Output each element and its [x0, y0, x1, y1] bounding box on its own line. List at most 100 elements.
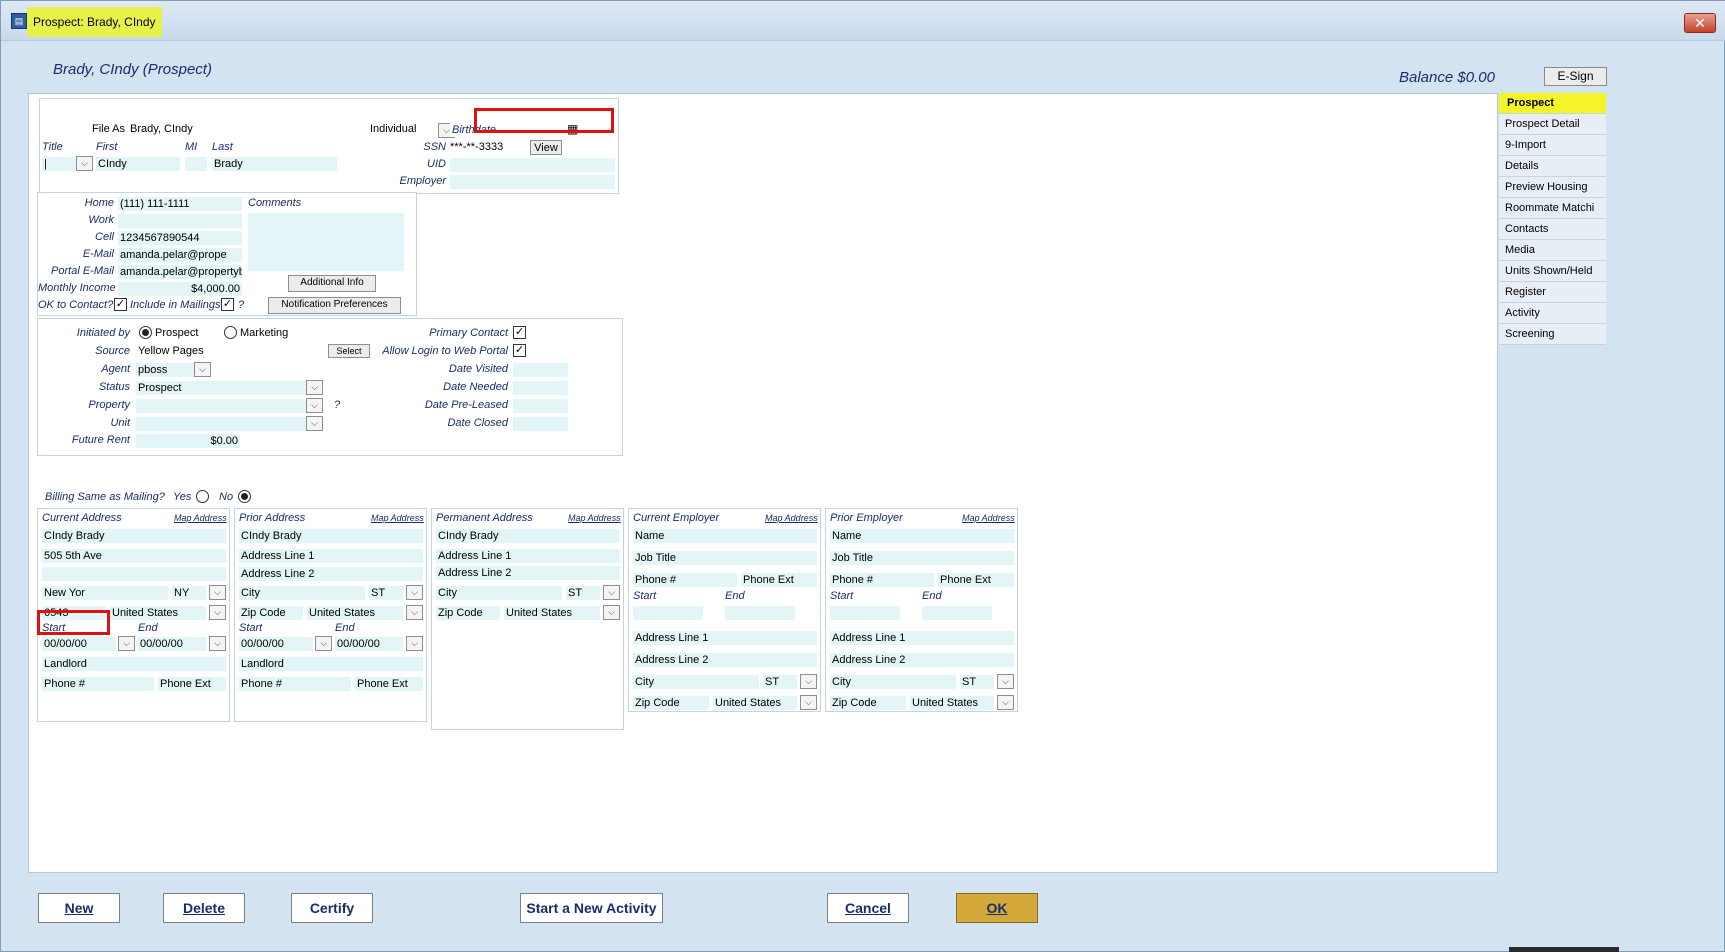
current-address-start-dropdown[interactable]: ⌵: [118, 636, 135, 651]
permanent-address-state-dropdown[interactable]: ⌵: [603, 585, 620, 600]
agent-dropdown[interactable]: ⌵: [194, 362, 211, 377]
current-employer-country-field[interactable]: United States: [713, 696, 797, 710]
current-employer-phone-ext-field[interactable]: Phone Ext: [741, 573, 817, 587]
current-employer-line2-field[interactable]: Address Line 2: [633, 653, 817, 667]
nav-item-preview-housing[interactable]: Preview Housing: [1499, 177, 1606, 198]
ok-to-contact-checkbox[interactable]: ✓: [114, 298, 127, 311]
last-name-field[interactable]: Brady: [212, 157, 337, 171]
nav-item-prospect-detail[interactable]: Prospect Detail: [1499, 114, 1606, 135]
current-address-end-dropdown[interactable]: ⌵: [209, 636, 226, 651]
prior-address-city-field[interactable]: City: [239, 586, 365, 600]
prior-employer-job-field[interactable]: Job Title: [830, 551, 1014, 565]
home-phone-field[interactable]: (111) 111-1111: [118, 197, 242, 211]
first-name-field[interactable]: CIndy: [96, 157, 180, 171]
date-visited-field[interactable]: [513, 363, 568, 377]
current-address-map-link[interactable]: Map Address: [174, 513, 227, 523]
nav-item-details[interactable]: Details: [1499, 156, 1606, 177]
current-address-line1-field[interactable]: 505 5th Ave: [42, 549, 226, 563]
prior-employer-map-link[interactable]: Map Address: [962, 513, 1015, 523]
prior-address-end-dropdown[interactable]: ⌵: [406, 636, 423, 651]
title-dropdown[interactable]: ⌵: [76, 156, 93, 171]
nav-item-roommate-matching[interactable]: Roommate Matchi: [1499, 198, 1606, 219]
current-address-state-dropdown[interactable]: ⌵: [209, 585, 226, 600]
property-help-icon[interactable]: ?: [334, 399, 340, 411]
prior-employer-city-field[interactable]: City: [830, 675, 956, 689]
current-employer-zip-field[interactable]: Zip Code: [633, 696, 709, 710]
current-employer-map-link[interactable]: Map Address: [765, 513, 818, 523]
current-employer-state-field[interactable]: ST: [763, 675, 797, 689]
current-employer-country-dropdown[interactable]: ⌵: [800, 695, 817, 710]
prior-employer-country-field[interactable]: United States: [910, 696, 994, 710]
prior-employer-zip-field[interactable]: Zip Code: [830, 696, 906, 710]
permanent-address-state-field[interactable]: ST: [566, 586, 600, 600]
prior-employer-phone-ext-field[interactable]: Phone Ext: [938, 573, 1014, 587]
permanent-address-country-dropdown[interactable]: ⌵: [603, 605, 620, 620]
prior-employer-state-dropdown[interactable]: ⌵: [997, 674, 1014, 689]
current-address-city-field[interactable]: New Yor: [42, 586, 168, 600]
include-mailings-checkbox[interactable]: ✓: [221, 298, 234, 311]
prior-employer-name-field[interactable]: Name: [830, 529, 1014, 543]
current-address-phone-field[interactable]: Phone #: [42, 677, 154, 691]
email-field[interactable]: amanda.pelar@prope: [118, 248, 242, 262]
prior-address-line1-field[interactable]: Address Line 1: [239, 549, 423, 563]
current-address-country-field[interactable]: United States: [110, 606, 206, 620]
nav-item-prospect[interactable]: Prospect: [1499, 93, 1606, 114]
initiated-prospect-radio[interactable]: [139, 326, 152, 339]
current-address-line2-field[interactable]: [42, 567, 226, 581]
additional-info-button[interactable]: Additional Info: [288, 275, 376, 292]
current-employer-job-field[interactable]: Job Title: [633, 551, 817, 565]
nav-item-contacts[interactable]: Contacts: [1499, 219, 1606, 240]
current-address-landlord-field[interactable]: Landlord: [42, 657, 226, 671]
employer-field[interactable]: [450, 175, 615, 189]
agent-field[interactable]: pboss: [136, 363, 194, 377]
current-employer-end-field[interactable]: [725, 606, 795, 620]
current-address-state-field[interactable]: NY: [172, 586, 206, 600]
billing-no-radio[interactable]: [238, 490, 251, 503]
current-employer-line1-field[interactable]: Address Line 1: [633, 631, 817, 645]
notification-preferences-button[interactable]: Notification Preferences: [268, 297, 401, 314]
cancel-button[interactable]: Cancel: [827, 893, 909, 923]
close-icon[interactable]: ✕: [1684, 13, 1716, 33]
permanent-address-country-field[interactable]: United States: [504, 606, 600, 620]
nav-item-register[interactable]: Register: [1499, 282, 1606, 303]
date-preleased-field[interactable]: [513, 399, 568, 413]
property-dropdown[interactable]: ⌵: [306, 398, 323, 413]
prior-employer-phone-field[interactable]: Phone #: [830, 573, 934, 587]
certify-button[interactable]: Certify: [291, 893, 373, 923]
ok-button[interactable]: OK: [956, 893, 1038, 923]
nav-item-activity[interactable]: Activity: [1499, 303, 1606, 324]
prior-address-country-dropdown[interactable]: ⌵: [406, 605, 423, 620]
permanent-address-line2-field[interactable]: Address Line 2: [436, 566, 620, 580]
prior-address-zip-field[interactable]: Zip Code: [239, 606, 303, 620]
current-employer-phone-field[interactable]: Phone #: [633, 573, 737, 587]
nav-item-9-import[interactable]: 9-Import: [1499, 135, 1606, 156]
monthly-income-field[interactable]: $4,000.00: [118, 282, 242, 296]
prior-address-country-field[interactable]: United States: [307, 606, 403, 620]
current-employer-start-field[interactable]: [633, 606, 703, 620]
permanent-address-name-field[interactable]: CIndy Brady: [436, 529, 620, 543]
work-phone-field[interactable]: [118, 214, 242, 228]
prior-address-map-link[interactable]: Map Address: [371, 513, 424, 523]
allow-login-checkbox[interactable]: ✓: [513, 344, 526, 357]
comments-field[interactable]: [248, 213, 404, 271]
prior-address-phone-ext-field[interactable]: Phone Ext: [355, 677, 423, 691]
permanent-address-map-link[interactable]: Map Address: [568, 513, 621, 523]
prior-employer-start-field[interactable]: [830, 606, 900, 620]
help-icon[interactable]: ?: [238, 299, 244, 311]
prior-address-start-dropdown[interactable]: ⌵: [315, 636, 332, 651]
nav-item-media[interactable]: Media: [1499, 240, 1606, 261]
permanent-address-city-field[interactable]: City: [436, 586, 562, 600]
primary-contact-checkbox[interactable]: ✓: [513, 326, 526, 339]
prior-employer-state-field[interactable]: ST: [960, 675, 994, 689]
status-dropdown[interactable]: ⌵: [306, 380, 323, 395]
uid-field[interactable]: [450, 158, 615, 172]
date-closed-field[interactable]: [513, 417, 568, 431]
portal-email-field[interactable]: amanda.pelar@propertybo: [118, 265, 242, 279]
initiated-marketing-radio[interactable]: [224, 326, 237, 339]
current-address-country-dropdown[interactable]: ⌵: [209, 605, 226, 620]
current-employer-state-dropdown[interactable]: ⌵: [800, 674, 817, 689]
view-ssn-button[interactable]: View: [530, 140, 562, 155]
prior-employer-end-field[interactable]: [922, 606, 992, 620]
status-field[interactable]: Prospect: [136, 381, 306, 395]
prior-address-state-dropdown[interactable]: ⌵: [406, 585, 423, 600]
